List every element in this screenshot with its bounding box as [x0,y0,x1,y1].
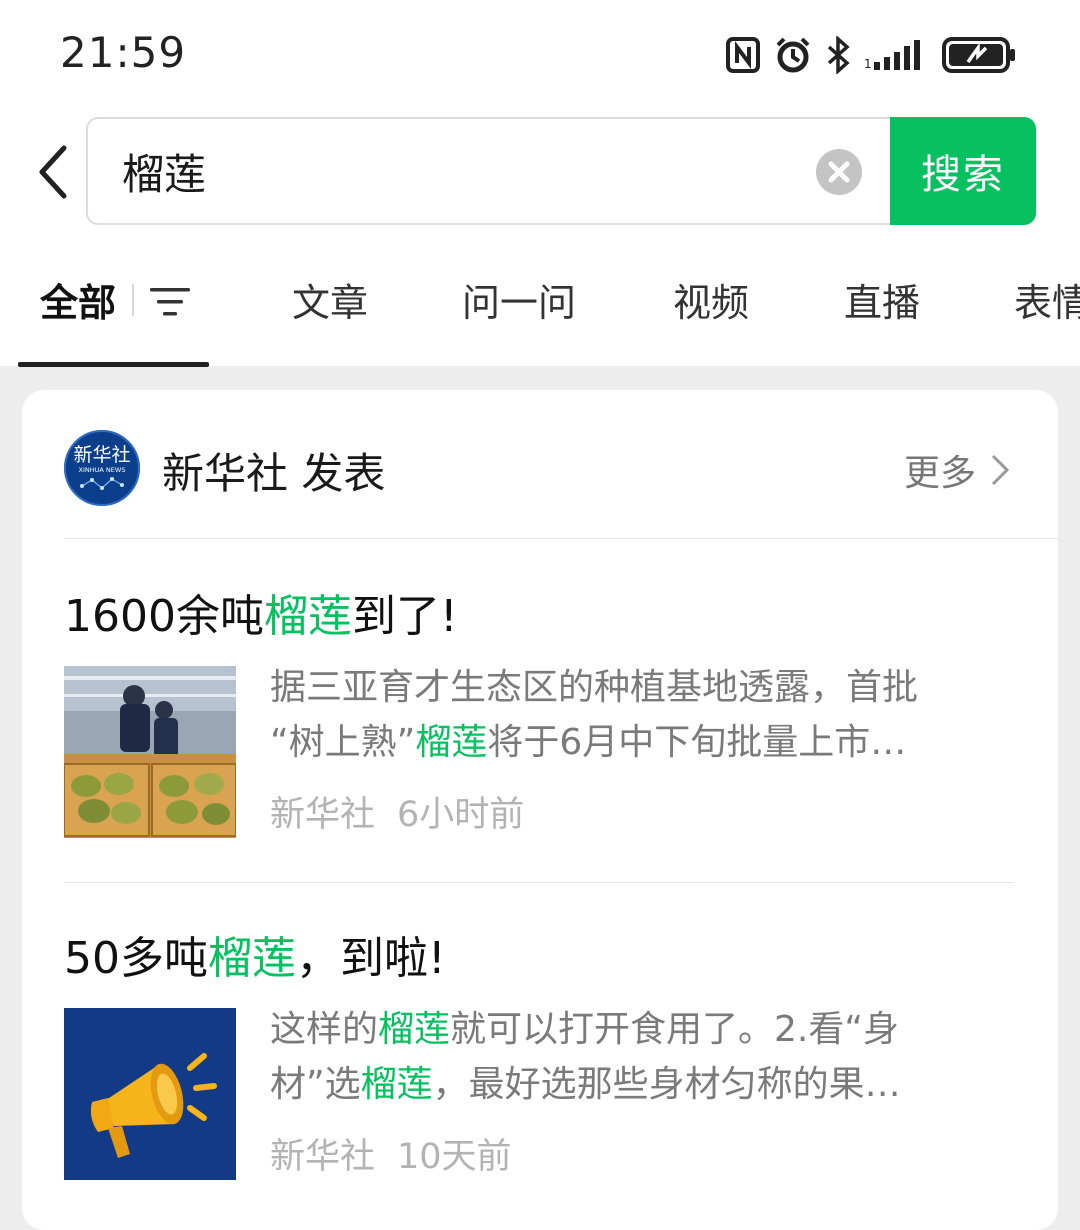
active-tab-indicator [18,362,209,367]
svg-text:XINHUA NEWS: XINHUA NEWS [79,466,126,474]
chevron-right-icon [991,454,1010,486]
result-item[interactable]: 50多吨榴莲，到啦! 这样的榴莲就可以打开食用了。2.看“身 材”选榴莲，最好选… [64,922,1016,1222]
result-source: 新华社 [270,795,376,835]
result-snippet: 这样的榴莲就可以打开食用了。2.看“身 材”选榴莲，最好选那些身材匀称的果… [270,1009,901,1105]
result-time: 10天前 [397,1137,512,1177]
tab-articles[interactable]: 文章 [292,272,368,327]
search-button[interactable]: 搜索 [890,117,1036,225]
xinhua-logo[interactable]: 新华社 XINHUA NEWS [64,430,140,506]
back-arrow-icon[interactable] [30,140,80,204]
search-input[interactable] [122,119,802,223]
tab-all[interactable]: 全部 [40,272,116,327]
tab-ask[interactable]: 问一问 [462,272,576,327]
status-time: 21:59 [60,28,187,77]
more-label: 更多 [903,453,976,494]
header-divider [64,538,1058,539]
megaphone-thumbnail[interactable] [64,1008,236,1180]
result-source: 新华社 [270,1137,376,1177]
tab-divider [132,284,134,316]
result-item[interactable]: 1600余吨榴莲到了! 据三亚育才生态区的种植基地透露，首批 “树上熟”榴莲将于… [64,580,1016,880]
svg-text:新华社: 新华社 [73,444,130,466]
publisher-name[interactable]: 新华社 发表 [162,440,385,501]
tab-live[interactable]: 直播 [844,272,920,327]
svg-text:1: 1 [864,57,872,71]
result-snippet: 据三亚育才生态区的种植基地透露，首批 “树上熟”榴莲将于6月中下旬批量上市… [270,667,919,763]
signal-icon: 1 [864,40,920,71]
clear-search-icon[interactable] [816,149,862,195]
search-box: 搜索 [86,117,1036,225]
durian-warehouse-thumbnail[interactable] [64,666,236,838]
result-meta: 新华社 10天前 [270,1128,512,1179]
result-meta: 新华社 6小时前 [270,786,524,837]
nfc-icon [726,37,760,73]
result-title[interactable]: 1600余吨榴莲到了! [64,580,1016,644]
result-title[interactable]: 50多吨榴莲，到啦! [64,922,1016,986]
tab-stickers[interactable]: 表情 [1014,272,1080,327]
alarm-icon [776,37,810,73]
bluetooth-icon [827,36,850,74]
status-icons: 1 [726,30,1018,80]
result-tabs: 全部 文章 问一问 视频 直播 表情 [0,262,1080,342]
publisher-card: 新华社 XINHUA NEWS 新华社 发表 更多 1600余吨榴莲到了! 据三… [22,390,1058,1230]
item-divider [64,882,1014,883]
top-bar: 21:59 1 榴莲 搜索 全部 文章 问一问 视频 直播 表情 [0,0,1080,367]
tab-videos[interactable]: 视频 [673,272,749,327]
filter-icon[interactable] [148,284,192,320]
result-time: 6小时前 [397,795,525,835]
more-link[interactable]: 更多 [904,444,1010,496]
battery-charging-icon [942,37,1015,73]
